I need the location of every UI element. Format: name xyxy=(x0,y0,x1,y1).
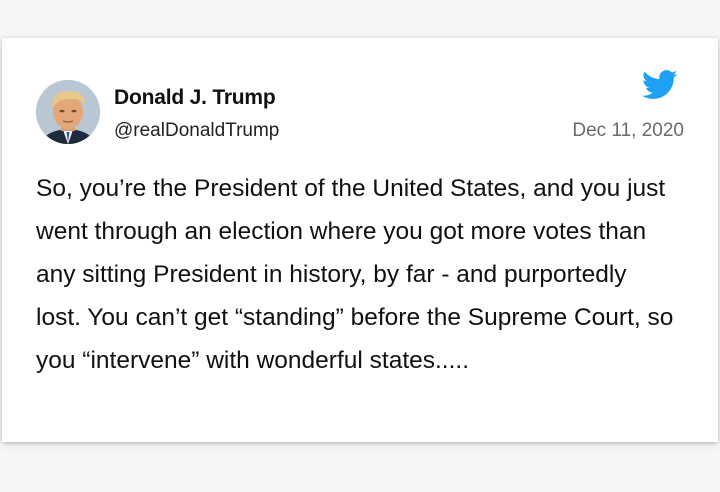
avatar-image xyxy=(36,80,100,144)
twitter-bird-icon[interactable] xyxy=(642,70,678,100)
tweet-text: So, you’re the President of the United S… xyxy=(36,175,674,374)
tweet-card: Donald J. Trump @realDonaldTrump Dec 11,… xyxy=(2,38,718,442)
twitter-bird-svg xyxy=(642,70,678,99)
author-handle[interactable]: @realDonaldTrump xyxy=(114,120,279,142)
avatar[interactable] xyxy=(36,80,100,144)
tweet-date[interactable]: Dec 11, 2020 xyxy=(572,120,684,142)
author-display-name[interactable]: Donald J. Trump xyxy=(114,86,276,110)
